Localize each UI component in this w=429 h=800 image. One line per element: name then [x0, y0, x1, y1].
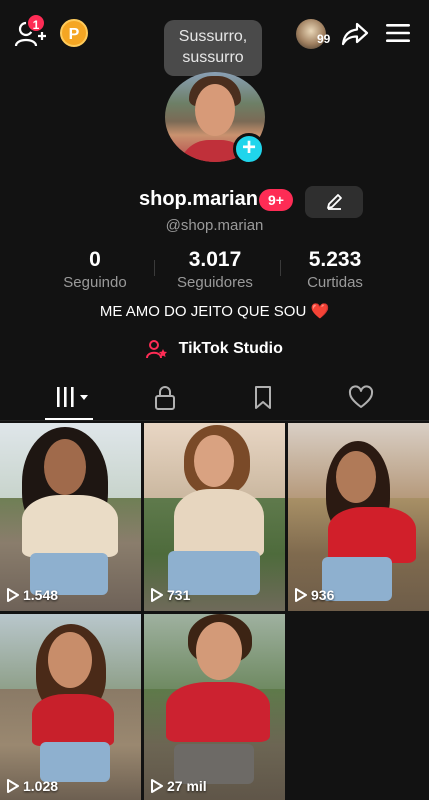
- thumbnail-figure: [196, 622, 242, 680]
- stat-followers[interactable]: 3.017 Seguidores: [168, 248, 262, 291]
- coin-icon[interactable]: P: [60, 19, 88, 47]
- heart-emoji: ❤️: [310, 303, 330, 320]
- view-count: 731: [151, 587, 190, 605]
- pencil-icon: [327, 194, 342, 210]
- thumbnail-figure: [166, 682, 270, 742]
- avatar-face: [195, 84, 235, 136]
- play-icon: [295, 588, 307, 602]
- view-count: 27 mil: [151, 778, 207, 796]
- tooltip-line-2: sussurro: [182, 49, 244, 66]
- top-bar: 1 P Sussurro, sussurro 99: [0, 0, 429, 76]
- profile-tabs: [0, 377, 429, 421]
- tab-liked[interactable]: [340, 377, 380, 417]
- grid-icon: [57, 387, 88, 407]
- thumbnail-figure: [336, 451, 376, 503]
- heart-icon: [348, 385, 374, 408]
- view-count: 936: [295, 587, 334, 605]
- play-icon: [151, 588, 163, 602]
- profile-bio: ME AMO DO JEITO QUE SOU ❤️: [0, 302, 429, 320]
- play-icon: [7, 588, 19, 602]
- thumbnail-figure: [328, 507, 416, 563]
- active-tab-indicator: [45, 418, 93, 420]
- play-icon: [151, 779, 163, 793]
- video-grid: 1.548 731 936 1.028 27 mil: [0, 423, 429, 800]
- stat-divider: [280, 260, 281, 276]
- thumbnail-figure: [44, 439, 86, 495]
- username: shop.marian: [139, 188, 258, 210]
- view-count-value: 731: [167, 587, 191, 603]
- username-badge[interactable]: 9+: [259, 189, 293, 211]
- notification-badge: 1: [26, 13, 46, 33]
- video-thumbnail[interactable]: 731: [144, 423, 285, 611]
- play-icon: [7, 779, 19, 793]
- edit-profile-button[interactable]: [305, 186, 363, 218]
- thumbnail-figure: [48, 632, 92, 688]
- tooltip-line-1: Sussurro,: [178, 28, 248, 45]
- view-count-value: 1.028: [23, 778, 59, 794]
- view-count-value: 27 mil: [167, 778, 207, 794]
- tooltip: Sussurro, sussurro: [164, 20, 262, 76]
- share-icon[interactable]: [341, 21, 369, 47]
- thumbnail-figure: [32, 694, 114, 746]
- tab-saved[interactable]: [243, 377, 283, 417]
- add-story-icon[interactable]: +: [233, 133, 265, 165]
- view-count: 1.548: [7, 587, 58, 605]
- name-row: shop.marian 9+: [0, 186, 429, 218]
- thumbnail-figure: [22, 495, 118, 557]
- stat-followers-label: Seguidores: [177, 274, 253, 291]
- tiktok-studio-link[interactable]: TikTok Studio: [0, 339, 429, 363]
- video-thumbnail[interactable]: 936: [288, 423, 429, 611]
- stat-following-value: 0: [89, 248, 101, 271]
- stat-divider: [154, 260, 155, 276]
- profile-stats: 0 Seguindo 3.017 Seguidores 5.233 Curtid…: [0, 248, 429, 292]
- view-count-value: 936: [311, 587, 335, 603]
- video-thumbnail[interactable]: 1.028: [0, 614, 141, 800]
- studio-icon: [146, 340, 168, 359]
- bio-text: ME AMO DO JEITO QUE SOU: [99, 303, 307, 320]
- profile-handle: @shop.marian: [165, 217, 264, 234]
- view-count: 1.028: [7, 778, 58, 796]
- thumbnail-figure: [174, 489, 264, 557]
- thumbnail-figure: [194, 435, 234, 487]
- thumbnail-figure: [40, 742, 110, 782]
- tab-videos[interactable]: [49, 377, 89, 417]
- stat-following[interactable]: 0 Seguindo: [55, 248, 135, 291]
- lock-icon: [155, 386, 175, 410]
- view-count-value: 1.548: [23, 587, 59, 603]
- bookmark-icon: [255, 386, 271, 409]
- stat-likes-label: Curtidas: [307, 274, 363, 291]
- video-thumbnail[interactable]: 1.548: [0, 423, 141, 611]
- stat-followers-value: 3.017: [188, 248, 242, 271]
- menu-icon[interactable]: [386, 22, 410, 44]
- tab-private[interactable]: [145, 377, 185, 417]
- stat-likes[interactable]: 5.233 Curtidas: [295, 248, 375, 291]
- stat-likes-value: 5.233: [308, 248, 362, 271]
- stat-following-label: Seguindo: [63, 274, 127, 291]
- video-thumbnail[interactable]: 27 mil: [144, 614, 285, 800]
- studio-label: TikTok Studio: [178, 340, 283, 357]
- visitor-count: 99: [317, 32, 331, 46]
